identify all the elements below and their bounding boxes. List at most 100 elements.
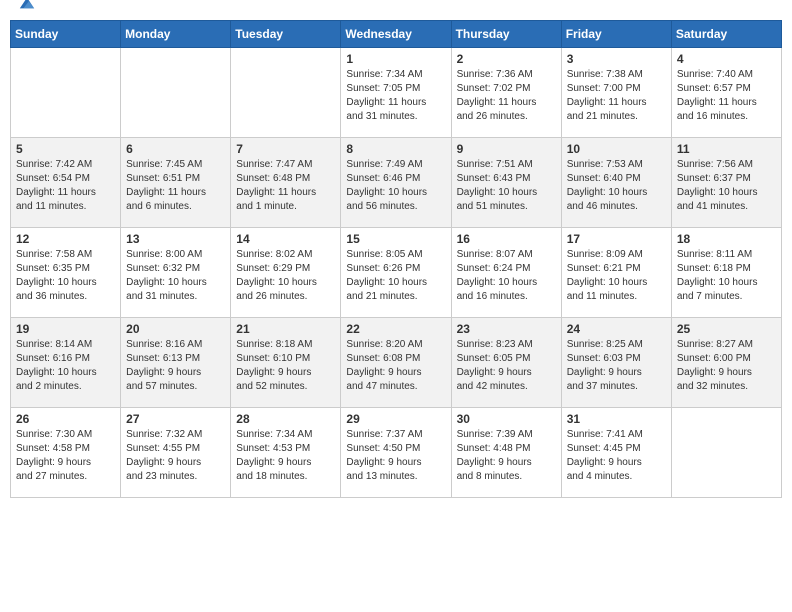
day-info: Sunrise: 7:32 AM Sunset: 4:55 PM Dayligh… <box>126 428 225 484</box>
day-number: 29 <box>346 412 445 426</box>
day-number: 27 <box>126 412 225 426</box>
day-number: 22 <box>346 322 445 336</box>
day-info: Sunrise: 7:37 AM Sunset: 4:50 PM Dayligh… <box>346 428 445 484</box>
day-number: 25 <box>677 322 776 336</box>
calendar-cell: 28 Sunrise: 7:34 AM Sunset: 4:53 PM Dayli… <box>231 408 341 498</box>
calendar-table: SundayMondayTuesdayWednesdayThursdayFrid… <box>10 20 782 498</box>
day-number: 16 <box>457 232 556 246</box>
day-info: Sunrise: 7:34 AM Sunset: 4:53 PM Dayligh… <box>236 428 335 484</box>
weekday-header-wednesday: Wednesday <box>341 21 451 48</box>
day-number: 20 <box>126 322 225 336</box>
calendar-cell: 2Sunrise: 7:36 AM Sunset: 7:02 PM Daylig… <box>451 48 561 138</box>
weekday-header-tuesday: Tuesday <box>231 21 341 48</box>
day-number: 3 <box>567 52 666 66</box>
calendar-cell: 14 Sunrise: 8:02 AM Sunset: 6:29 PM Dayli… <box>231 228 341 318</box>
day-info: Sunrise: 7:40 AM Sunset: 6:57 PM Dayligh… <box>677 68 776 124</box>
logo-icon <box>18 0 36 12</box>
day-number: 12 <box>16 232 115 246</box>
weekday-header-saturday: Saturday <box>671 21 781 48</box>
calendar-cell: 13 Sunrise: 8:00 AM Sunset: 6:32 PM Dayli… <box>121 228 231 318</box>
day-info: Sunrise: 8:18 AM Sunset: 6:10 PM Dayligh… <box>236 338 335 394</box>
calendar-cell: 18 Sunrise: 8:11 AM Sunset: 6:18 PM Dayli… <box>671 228 781 318</box>
calendar-cell: 5 Sunrise: 7:42 AM Sunset: 6:54 PM Daylig… <box>11 138 121 228</box>
calendar-cell: 24Sunrise: 8:25 AM Sunset: 6:03 PM Dayli… <box>561 318 671 408</box>
day-info: Sunrise: 7:30 AM Sunset: 4:58 PM Dayligh… <box>16 428 115 484</box>
day-info: Sunrise: 7:42 AM Sunset: 6:54 PM Dayligh… <box>16 158 115 214</box>
calendar-cell: 27 Sunrise: 7:32 AM Sunset: 4:55 PM Dayli… <box>121 408 231 498</box>
day-info: Sunrise: 7:34 AM Sunset: 7:05 PM Dayligh… <box>346 68 445 124</box>
calendar-cell: 1 Sunrise: 7:34 AM Sunset: 7:05 PM Daylig… <box>341 48 451 138</box>
day-info: Sunrise: 7:36 AM Sunset: 7:02 PM Dayligh… <box>457 68 556 124</box>
weekday-header-friday: Friday <box>561 21 671 48</box>
day-info: Sunrise: 8:27 AM Sunset: 6:00 PM Dayligh… <box>677 338 776 394</box>
day-info: Sunrise: 8:16 AM Sunset: 6:13 PM Dayligh… <box>126 338 225 394</box>
calendar-cell <box>231 48 341 138</box>
day-number: 23 <box>457 322 556 336</box>
calendar-cell: 25 Sunrise: 8:27 AM Sunset: 6:00 PM Dayli… <box>671 318 781 408</box>
day-info: Sunrise: 8:05 AM Sunset: 6:26 PM Dayligh… <box>346 248 445 304</box>
day-info: Sunrise: 7:38 AM Sunset: 7:00 PM Dayligh… <box>567 68 666 124</box>
day-number: 13 <box>126 232 225 246</box>
calendar-cell: 20 Sunrise: 8:16 AM Sunset: 6:13 PM Dayli… <box>121 318 231 408</box>
day-number: 1 <box>346 52 445 66</box>
calendar-cell: 26 Sunrise: 7:30 AM Sunset: 4:58 PM Dayli… <box>11 408 121 498</box>
day-number: 18 <box>677 232 776 246</box>
day-info: Sunrise: 7:45 AM Sunset: 6:51 PM Dayligh… <box>126 158 225 214</box>
day-info: Sunrise: 8:09 AM Sunset: 6:21 PM Dayligh… <box>567 248 666 304</box>
day-number: 5 <box>16 142 115 156</box>
calendar-cell: 6 Sunrise: 7:45 AM Sunset: 6:51 PM Daylig… <box>121 138 231 228</box>
calendar-cell: 22 Sunrise: 8:20 AM Sunset: 6:08 PM Dayli… <box>341 318 451 408</box>
weekday-header-monday: Monday <box>121 21 231 48</box>
day-number: 7 <box>236 142 335 156</box>
day-number: 26 <box>16 412 115 426</box>
day-number: 4 <box>677 52 776 66</box>
day-number: 8 <box>346 142 445 156</box>
calendar-week-row: 1 Sunrise: 7:34 AM Sunset: 7:05 PM Daylig… <box>11 48 782 138</box>
calendar-cell: 17 Sunrise: 8:09 AM Sunset: 6:21 PM Dayli… <box>561 228 671 318</box>
day-info: Sunrise: 7:49 AM Sunset: 6:46 PM Dayligh… <box>346 158 445 214</box>
day-info: Sunrise: 7:39 AM Sunset: 4:48 PM Dayligh… <box>457 428 556 484</box>
day-number: 19 <box>16 322 115 336</box>
day-number: 11 <box>677 142 776 156</box>
weekday-header-thursday: Thursday <box>451 21 561 48</box>
logo <box>14 10 36 12</box>
calendar-cell: 23Sunrise: 8:23 AM Sunset: 6:05 PM Dayli… <box>451 318 561 408</box>
calendar-cell <box>121 48 231 138</box>
day-info: Sunrise: 8:11 AM Sunset: 6:18 PM Dayligh… <box>677 248 776 304</box>
weekday-header-sunday: Sunday <box>11 21 121 48</box>
calendar-cell: 7 Sunrise: 7:47 AM Sunset: 6:48 PM Daylig… <box>231 138 341 228</box>
calendar-cell: 4 Sunrise: 7:40 AM Sunset: 6:57 PM Daylig… <box>671 48 781 138</box>
day-number: 6 <box>126 142 225 156</box>
calendar-cell: 15 Sunrise: 8:05 AM Sunset: 6:26 PM Dayli… <box>341 228 451 318</box>
day-info: Sunrise: 8:14 AM Sunset: 6:16 PM Dayligh… <box>16 338 115 394</box>
day-number: 30 <box>457 412 556 426</box>
calendar-week-row: 19 Sunrise: 8:14 AM Sunset: 6:16 PM Dayli… <box>11 318 782 408</box>
calendar-cell: 16Sunrise: 8:07 AM Sunset: 6:24 PM Dayli… <box>451 228 561 318</box>
day-info: Sunrise: 8:20 AM Sunset: 6:08 PM Dayligh… <box>346 338 445 394</box>
calendar-cell: 8 Sunrise: 7:49 AM Sunset: 6:46 PM Daylig… <box>341 138 451 228</box>
day-number: 9 <box>457 142 556 156</box>
day-info: Sunrise: 7:41 AM Sunset: 4:45 PM Dayligh… <box>567 428 666 484</box>
calendar-cell: 3 Sunrise: 7:38 AM Sunset: 7:00 PM Daylig… <box>561 48 671 138</box>
calendar-cell: 29 Sunrise: 7:37 AM Sunset: 4:50 PM Dayli… <box>341 408 451 498</box>
calendar-cell: 12 Sunrise: 7:58 AM Sunset: 6:35 PM Dayli… <box>11 228 121 318</box>
day-info: Sunrise: 7:58 AM Sunset: 6:35 PM Dayligh… <box>16 248 115 304</box>
calendar-header-row: SundayMondayTuesdayWednesdayThursdayFrid… <box>11 21 782 48</box>
page-header <box>10 10 782 12</box>
day-number: 14 <box>236 232 335 246</box>
day-info: Sunrise: 7:53 AM Sunset: 6:40 PM Dayligh… <box>567 158 666 214</box>
day-number: 10 <box>567 142 666 156</box>
day-number: 28 <box>236 412 335 426</box>
day-number: 15 <box>346 232 445 246</box>
day-number: 17 <box>567 232 666 246</box>
calendar-cell: 31Sunrise: 7:41 AM Sunset: 4:45 PM Dayli… <box>561 408 671 498</box>
day-info: Sunrise: 7:47 AM Sunset: 6:48 PM Dayligh… <box>236 158 335 214</box>
calendar-cell: 11Sunrise: 7:56 AM Sunset: 6:37 PM Dayli… <box>671 138 781 228</box>
calendar-cell: 30 Sunrise: 7:39 AM Sunset: 4:48 PM Dayli… <box>451 408 561 498</box>
day-info: Sunrise: 8:02 AM Sunset: 6:29 PM Dayligh… <box>236 248 335 304</box>
day-info: Sunrise: 7:51 AM Sunset: 6:43 PM Dayligh… <box>457 158 556 214</box>
calendar-cell <box>11 48 121 138</box>
calendar-cell <box>671 408 781 498</box>
day-info: Sunrise: 8:00 AM Sunset: 6:32 PM Dayligh… <box>126 248 225 304</box>
calendar-cell: 19 Sunrise: 8:14 AM Sunset: 6:16 PM Dayli… <box>11 318 121 408</box>
